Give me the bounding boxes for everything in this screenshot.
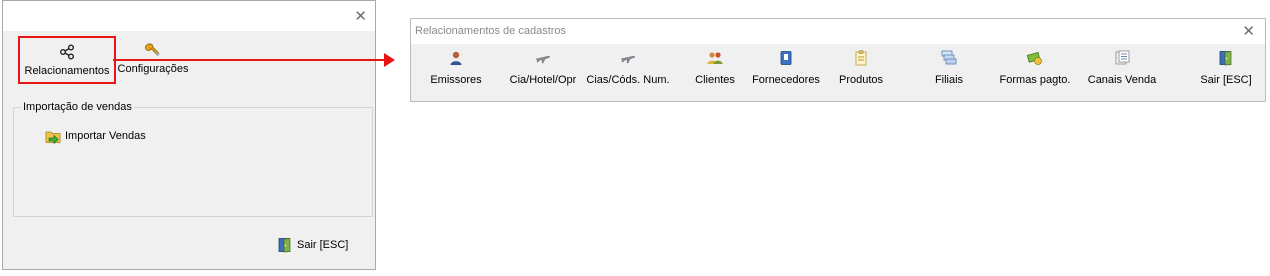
relacionamentos-button[interactable]: Relacionamentos [18,36,116,84]
clientes-button[interactable]: Clientes [691,50,739,96]
main-dialog: ✕ Relacionamentos Configurações Importaç… [2,0,376,270]
book-icon [780,51,792,65]
sair-button[interactable]: Sair [ESC] [277,237,348,253]
share-icon [60,44,74,60]
sair-label: Sair [ESC] [297,239,349,251]
person-icon [450,51,462,65]
annotation-arrow-line [113,59,385,61]
people-icon [707,52,723,64]
importar-vendas-button[interactable]: Importar Vendas [45,128,146,144]
sair-esc-button[interactable]: Sair [ESC] [1200,50,1252,96]
fornecedores-button[interactable]: Fornecedores [749,50,823,96]
close-button[interactable]: ✕ [354,9,367,24]
import-group [13,107,373,217]
cia-hotel-opr-label: Cia/Hotel/Opr [509,74,577,86]
import-group-title: Importação de vendas [21,101,134,113]
exit-door-icon [278,238,291,253]
sair-esc-label: Sair [ESC] [1200,74,1252,86]
window-close-button[interactable]: ✕ [1242,24,1255,39]
wrench-icon [145,43,160,57]
configuracoes-label: Configurações [117,63,189,75]
filiais-label: Filiais [934,74,964,86]
airplane-icon [620,55,636,64]
import-icon [45,131,61,144]
canais-venda-label: Canais Venda [1087,74,1157,86]
annotation-arrow-head [384,53,395,67]
cias-cods-num-button[interactable]: Cias/Códs. Num. [585,50,671,96]
exit-door-icon [1219,51,1232,66]
stacked-windows-icon [941,50,957,65]
fornecedores-label: Fornecedores [752,74,820,86]
relacionamentos-label: Relacionamentos [24,65,110,77]
produtos-button[interactable]: Produtos [835,50,887,96]
document-grid-icon [1115,50,1130,65]
airplane-icon [535,55,551,64]
clipboard-icon [855,50,867,66]
clientes-label: Clientes [695,74,735,86]
cias-cods-num-label: Cias/Códs. Num. [586,74,670,86]
cia-hotel-opr-button[interactable]: Cia/Hotel/Opr [505,50,581,96]
importar-vendas-label: Importar Vendas [65,130,146,142]
emissores-label: Emissores [430,74,482,86]
produtos-label: Produtos [838,74,884,86]
relacionamentos-window: Relacionamentos de cadastros ✕ Emissores… [410,18,1266,102]
formas-pagto-label: Formas pagto. [999,74,1071,86]
emissores-button[interactable]: Emissores [425,50,487,96]
canais-venda-button[interactable]: Canais Venda [1085,50,1159,96]
filiais-button[interactable]: Filiais [931,50,967,96]
money-icon [1027,52,1042,65]
formas-pagto-button[interactable]: Formas pagto. [999,50,1071,96]
window-title: Relacionamentos de cadastros [415,25,567,37]
dialog-titlebar [3,1,375,31]
